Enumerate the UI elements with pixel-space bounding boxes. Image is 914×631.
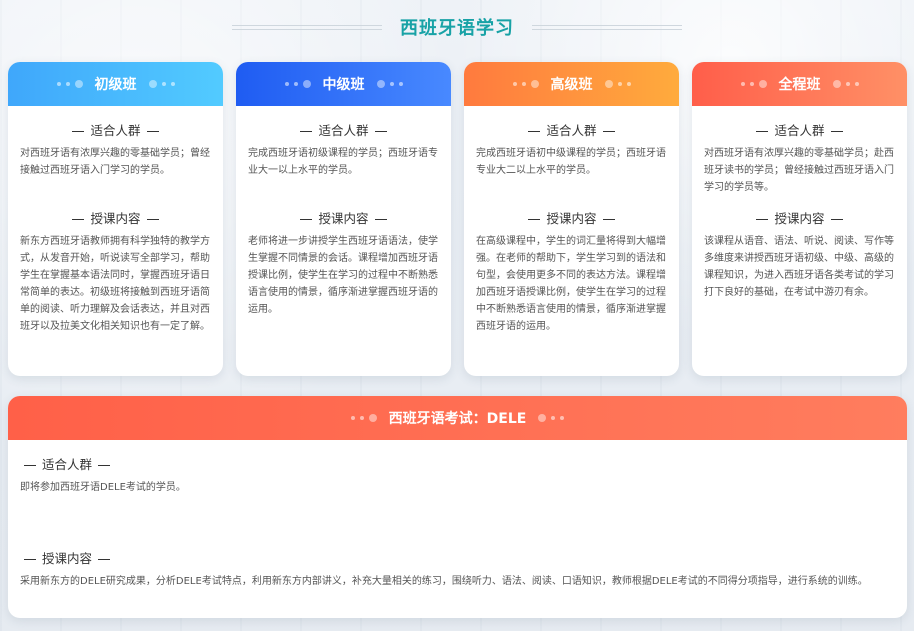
course-card-advanced: 高级班 适合人群 完成西班牙语初中级课程的学员；西班牙语专业大二以上水平的学员。… (464, 62, 679, 376)
course-card-dele: 西班牙语考试：DELE 适合人群 即将参加西班牙语DELE考试的学员。 授课内容… (8, 396, 907, 618)
audience-heading: 适合人群 (236, 120, 451, 139)
course-card-header: 中级班 (236, 62, 451, 106)
audience-heading: 适合人群 (8, 120, 223, 139)
audience-heading: 适合人群 (692, 120, 907, 139)
audience-text: 即将参加西班牙语DELE考试的学员。 (20, 482, 186, 493)
course-name: 初级班 (94, 77, 137, 93)
title-right-decoration (532, 23, 682, 31)
content-text: 该课程从语音、语法、听说、阅读、写作等多维度来讲授西班牙语初级、中级、高级的课程… (704, 236, 894, 298)
course-card-header: 全程班 (692, 62, 907, 106)
course-card-beginner: 初级班 适合人群 对西班牙语有浓厚兴趣的零基础学员；曾经接触过西班牙语入门学习的… (8, 62, 223, 376)
course-name: 西班牙语考试：DELE (388, 411, 527, 427)
course-card-header: 高级班 (464, 62, 679, 106)
title-left-decoration (232, 23, 382, 31)
content-text: 老师将进一步讲授学生西班牙语语法，使学生掌握不同情景的会话。课程增加西班牙语授课… (248, 236, 438, 315)
dots-decoration-icon (740, 80, 767, 88)
content-text: 在高级课程中，学生的词汇量将得到大幅增强。在老师的帮助下，学生学习到的语法和句型… (476, 236, 666, 332)
content-heading: 授课内容 (8, 548, 907, 567)
dots-decoration-icon (376, 80, 403, 88)
audience-text: 完成西班牙语初级课程的学员；西班牙语专业大一以上水平的学员。 (248, 148, 438, 176)
course-name: 高级班 (550, 77, 593, 93)
audience-text: 对西班牙语有浓厚兴趣的零基础学员；赴西班牙读书的学员；曾经接触过西班牙语入门学习… (704, 148, 894, 193)
dots-decoration-icon (538, 414, 565, 422)
dots-decoration-icon (350, 414, 377, 422)
dots-decoration-icon (56, 80, 83, 88)
audience-heading: 适合人群 (8, 454, 907, 473)
course-card-full: 全程班 适合人群 对西班牙语有浓厚兴趣的零基础学员；赴西班牙读书的学员；曾经接触… (692, 62, 907, 376)
course-card-header: 西班牙语考试：DELE (8, 396, 907, 440)
dots-decoration-icon (284, 80, 311, 88)
dots-decoration-icon (512, 80, 539, 88)
course-name: 中级班 (322, 77, 365, 93)
page-header: 西班牙语学习 (0, 12, 914, 42)
content-heading: 授课内容 (8, 208, 223, 227)
course-name: 全程班 (778, 77, 821, 93)
audience-text: 完成西班牙语初中级课程的学员；西班牙语专业大二以上水平的学员。 (476, 148, 666, 176)
course-card-intermediate: 中级班 适合人群 完成西班牙语初级课程的学员；西班牙语专业大一以上水平的学员。 … (236, 62, 451, 376)
content-heading: 授课内容 (464, 208, 679, 227)
content-heading: 授课内容 (692, 208, 907, 227)
dots-decoration-icon (148, 80, 175, 88)
audience-text: 对西班牙语有浓厚兴趣的零基础学员；曾经接触过西班牙语入门学习的学员。 (20, 148, 210, 176)
dots-decoration-icon (604, 80, 631, 88)
content-heading: 授课内容 (236, 208, 451, 227)
dots-decoration-icon (832, 80, 859, 88)
audience-heading: 适合人群 (464, 120, 679, 139)
content-text: 采用新东方的DELE研究成果，分析DELE考试特点，利用新东方内部讲义，补充大量… (20, 576, 868, 587)
page-title: 西班牙语学习 (400, 18, 514, 39)
course-card-header: 初级班 (8, 62, 223, 106)
content-text: 新东方西班牙语教师拥有科学独特的教学方式，从发音开始，听说读写全部学习，帮助学生… (20, 236, 210, 332)
